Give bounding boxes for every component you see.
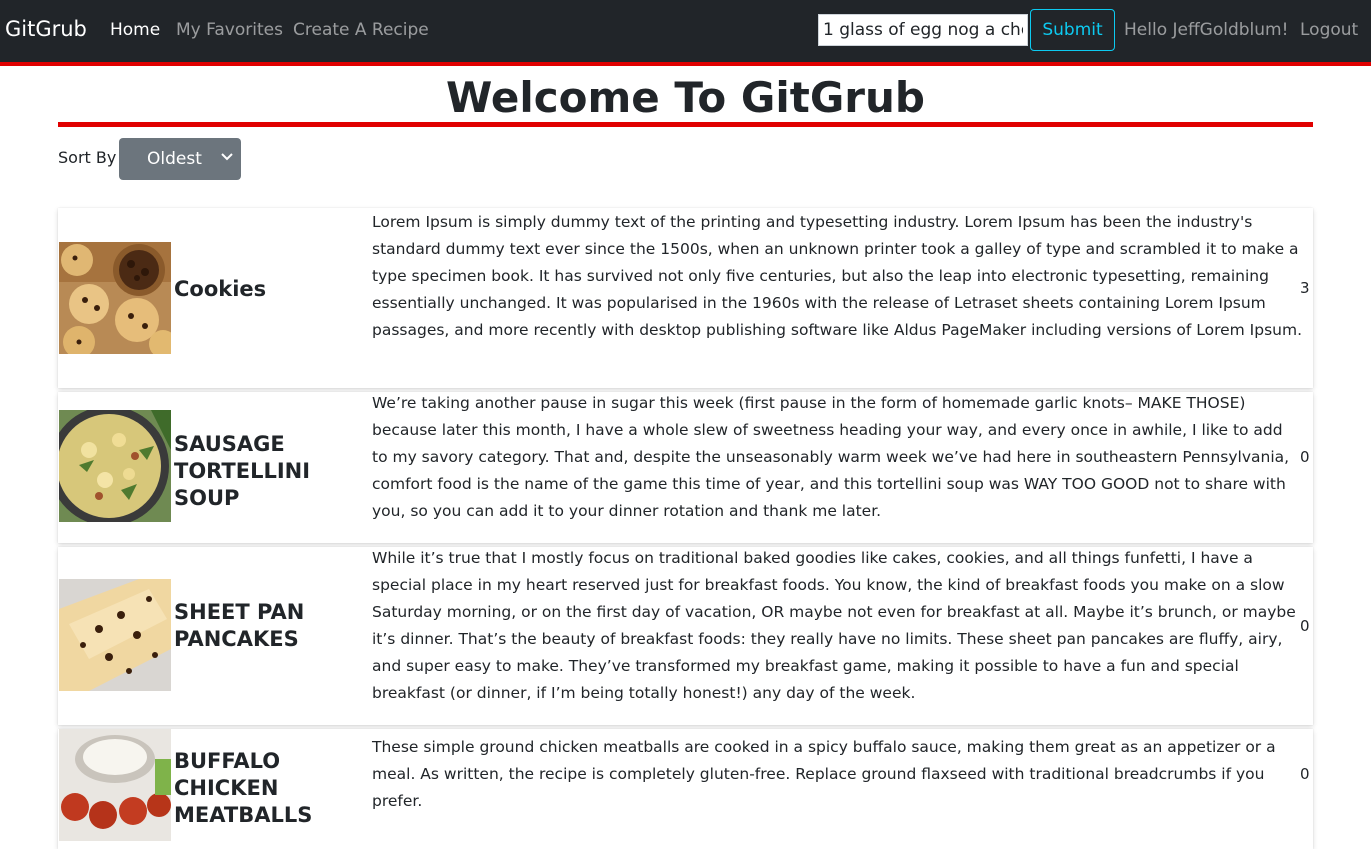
sort-label: Sort By (58, 148, 117, 167)
search-input[interactable] (818, 14, 1028, 46)
meatballs-photo (59, 729, 171, 841)
recipe-title[interactable]: Sheet Pan Pancakes (174, 599, 374, 653)
recipe-image[interactable] (59, 410, 171, 522)
title-divider (58, 122, 1313, 127)
nav-link-my-favorites[interactable]: My Favorites (176, 20, 283, 40)
recipe-image[interactable] (59, 729, 171, 841)
favorite-count: 0 (1300, 765, 1310, 783)
recipe-title[interactable]: Buffalo Chicken Meatballs (174, 748, 374, 829)
recipe-card[interactable]: Cookies Lorem Ipsum is simply dummy text… (58, 208, 1313, 388)
logout-link[interactable]: Logout (1300, 20, 1358, 40)
recipe-description: Lorem Ipsum is simply dummy text of the … (372, 213, 1303, 339)
sort-selected-value: Oldest (147, 149, 202, 169)
nav-link-create-recipe[interactable]: Create A Recipe (293, 20, 429, 40)
recipe-card[interactable]: Sheet Pan Pancakes While it’s true that … (58, 547, 1313, 725)
recipe-image[interactable] (59, 579, 171, 691)
sort-select[interactable]: Oldest (119, 138, 241, 180)
cookies-photo (59, 242, 171, 354)
recipe-title[interactable]: Sausage Tortellini Soup (174, 431, 374, 512)
recipe-card[interactable]: Sausage Tortellini Soup We’re taking ano… (58, 392, 1313, 543)
recipe-description: These simple ground chicken meatballs ar… (372, 738, 1276, 810)
favorite-count: 0 (1300, 448, 1310, 466)
favorite-count: 3 (1300, 279, 1310, 297)
favorite-count: 0 (1300, 617, 1310, 635)
recipe-title[interactable]: Cookies (174, 276, 374, 303)
recipe-card[interactable]: Buffalo Chicken Meatballs These simple g… (58, 729, 1313, 849)
brand-link[interactable]: GitGrub (5, 17, 87, 41)
page-title: Welcome To GitGrub (446, 73, 925, 122)
nav-link-home[interactable]: Home (110, 20, 160, 40)
recipe-image[interactable] (59, 242, 171, 354)
submit-button[interactable]: Submit (1030, 9, 1115, 51)
soup-photo (59, 410, 171, 522)
recipe-description: While it’s true that I mostly focus on t… (372, 549, 1296, 702)
recipe-description: We’re taking another pause in sugar this… (372, 394, 1290, 520)
pancakes-photo (59, 579, 171, 691)
user-greeting: Hello JeffGoldblum! (1124, 20, 1289, 40)
chevron-down-icon (221, 153, 233, 161)
navbar: GitGrub Home My Favorites Create A Recip… (0, 0, 1371, 66)
